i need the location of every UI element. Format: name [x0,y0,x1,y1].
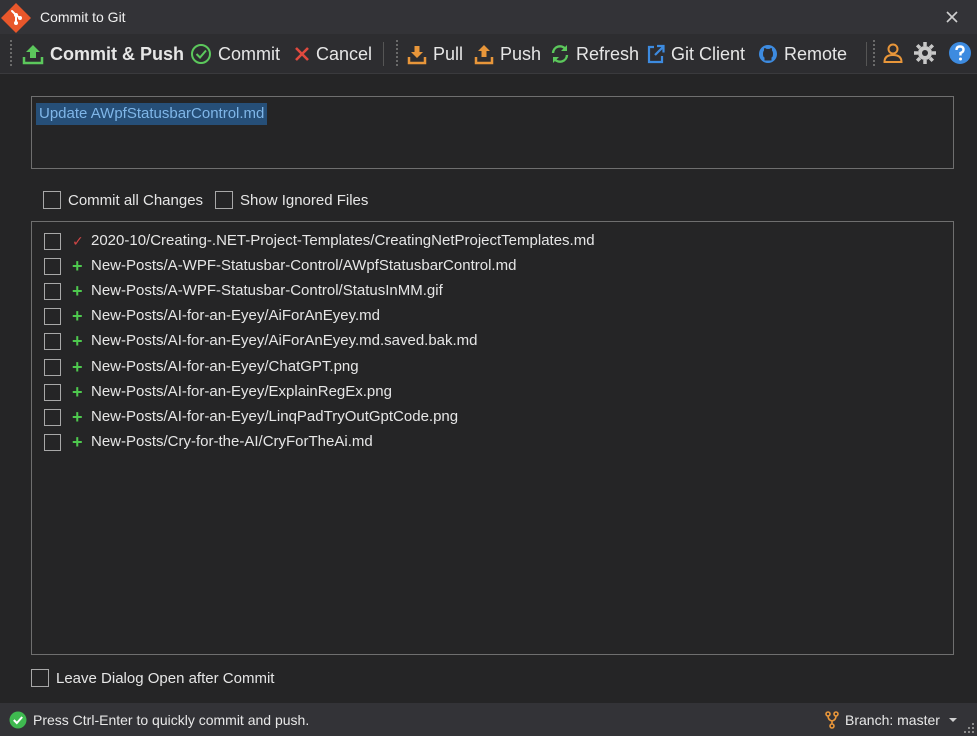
commit-push-label: Commit & Push [50,43,185,64]
download-icon [407,46,427,65]
commit-message-text: Update AWpfStatusbarControl.md [36,103,268,125]
window-title: Commit to Git [40,9,126,25]
toolbar-grip[interactable] [395,40,399,70]
file-path: New-Posts/AI-for-an-Eyey/LinqPadTryOutGp… [91,407,459,425]
help-icon[interactable] [947,40,973,66]
chevron-down-icon [948,718,957,722]
commit-push-button[interactable]: Commit & Push [22,38,184,70]
file-checkbox[interactable] [44,408,61,426]
added-status-icon: + [72,281,83,302]
file-row[interactable]: + New-Posts/AI-for-an-Eyey/AiForAnEyey.md [32,305,953,330]
status-message: Press Ctrl-Enter to quickly commit and p… [33,712,310,728]
leave-open-checkbox[interactable] [31,669,49,687]
check-circle-icon [191,44,211,64]
remote-button[interactable]: Remote [758,38,847,70]
file-row[interactable]: + New-Posts/AI-for-an-Eyey/ExplainRegEx.p… [32,381,953,406]
user-icon[interactable] [880,40,906,66]
file-path: New-Posts/A-WPF-Statusbar-Control/AWpfSt… [91,257,517,275]
branch-label: Branch: master [845,712,940,728]
changed-files-list[interactable]: ✓ 2020-10/Creating-.NET-Project-Templates… [31,221,954,655]
added-status-icon: + [72,306,83,327]
file-checkbox[interactable] [44,333,61,351]
added-status-icon: + [72,381,83,402]
file-row[interactable]: + New-Posts/Cry-for-the-AI/CryForTheAi.md [32,431,953,456]
file-path: New-Posts/AI-for-an-Eyey/ChatGPT.png [91,357,359,375]
git-client-button[interactable]: Git Client [647,38,745,70]
file-row[interactable]: ✓ 2020-10/Creating-.NET-Project-Templates… [32,230,953,255]
upload-icon [22,45,44,65]
file-row[interactable]: + New-Posts/AI-for-an-Eyey/AiForAnEyey.md… [32,330,953,355]
toolbar: Commit & Push Commit Cancel Pull Push Re… [0,34,977,74]
cancel-label: Cancel [316,43,373,64]
file-path: New-Posts/Cry-for-the-AI/CryForTheAi.md [91,432,373,450]
push-label: Push [500,43,542,64]
git-logo-icon [1,3,31,33]
added-status-icon: + [72,356,83,377]
title-bar: Commit to Git [0,0,977,34]
file-path: New-Posts/A-WPF-Statusbar-Control/Status… [91,282,443,300]
pull-button[interactable]: Pull [407,38,463,70]
file-checkbox[interactable] [44,308,61,326]
toolbar-separator [383,42,384,66]
leave-open-label: Leave Dialog Open after Commit [56,670,275,687]
file-checkbox[interactable] [44,433,61,451]
pull-label: Pull [433,43,464,64]
file-path: New-Posts/AI-for-an-Eyey/AiForAnEyey.md [91,307,380,325]
file-checkbox[interactable] [44,283,61,301]
toolbar-grip[interactable] [9,40,13,70]
show-ignored-checkbox[interactable] [215,191,233,209]
commit-all-label: Commit all Changes [68,192,204,209]
added-status-icon: + [72,256,83,277]
upload-icon [474,45,494,65]
added-status-icon: + [72,406,83,427]
file-checkbox[interactable] [44,233,61,250]
file-row[interactable]: + New-Posts/AI-for-an-Eyey/LinqPadTryOutG… [32,406,953,431]
github-icon [759,45,777,63]
cancel-x-icon [295,47,309,61]
commit-label: Commit [218,43,280,64]
success-check-icon [9,711,27,729]
file-checkbox[interactable] [44,258,61,276]
modified-status-icon: ✓ [72,233,84,249]
close-icon[interactable] [943,8,961,26]
file-path: 2020-10/Creating-.NET-Project-Templates/… [91,232,595,249]
file-path: New-Posts/AI-for-an-Eyey/AiForAnEyey.md.… [91,332,478,350]
remote-label: Remote [784,43,848,64]
refresh-button[interactable]: Refresh [550,38,639,70]
resize-grip-icon[interactable] [963,722,975,734]
branch-selector[interactable]: Branch: master [825,709,964,731]
status-bar: Press Ctrl-Enter to quickly commit and p… [0,703,977,736]
branch-icon [825,711,839,729]
cancel-button[interactable]: Cancel [294,38,372,70]
commit-all-checkbox[interactable] [43,191,61,209]
file-row[interactable]: + New-Posts/A-WPF-Statusbar-Control/AWpfS… [32,255,953,280]
gear-icon[interactable] [912,40,938,66]
refresh-label: Refresh [576,43,640,64]
commit-message-input[interactable]: Update AWpfStatusbarControl.md [31,96,954,169]
push-button[interactable]: Push [474,38,541,70]
refresh-icon [551,45,569,63]
file-row[interactable]: + New-Posts/AI-for-an-Eyey/ChatGPT.png [32,356,953,381]
file-checkbox[interactable] [44,358,61,376]
show-ignored-label: Show Ignored Files [240,192,369,209]
external-link-icon [647,44,665,64]
file-path: New-Posts/AI-for-an-Eyey/ExplainRegEx.pn… [91,382,392,400]
file-checkbox[interactable] [44,383,61,401]
commit-button[interactable]: Commit [190,38,280,70]
toolbar-grip[interactable] [872,40,876,70]
file-row[interactable]: + New-Posts/A-WPF-Statusbar-Control/Statu… [32,280,953,305]
added-status-icon: + [72,331,83,352]
git-client-label: Git Client [671,43,746,64]
added-status-icon: + [72,431,83,452]
toolbar-separator [866,42,867,66]
